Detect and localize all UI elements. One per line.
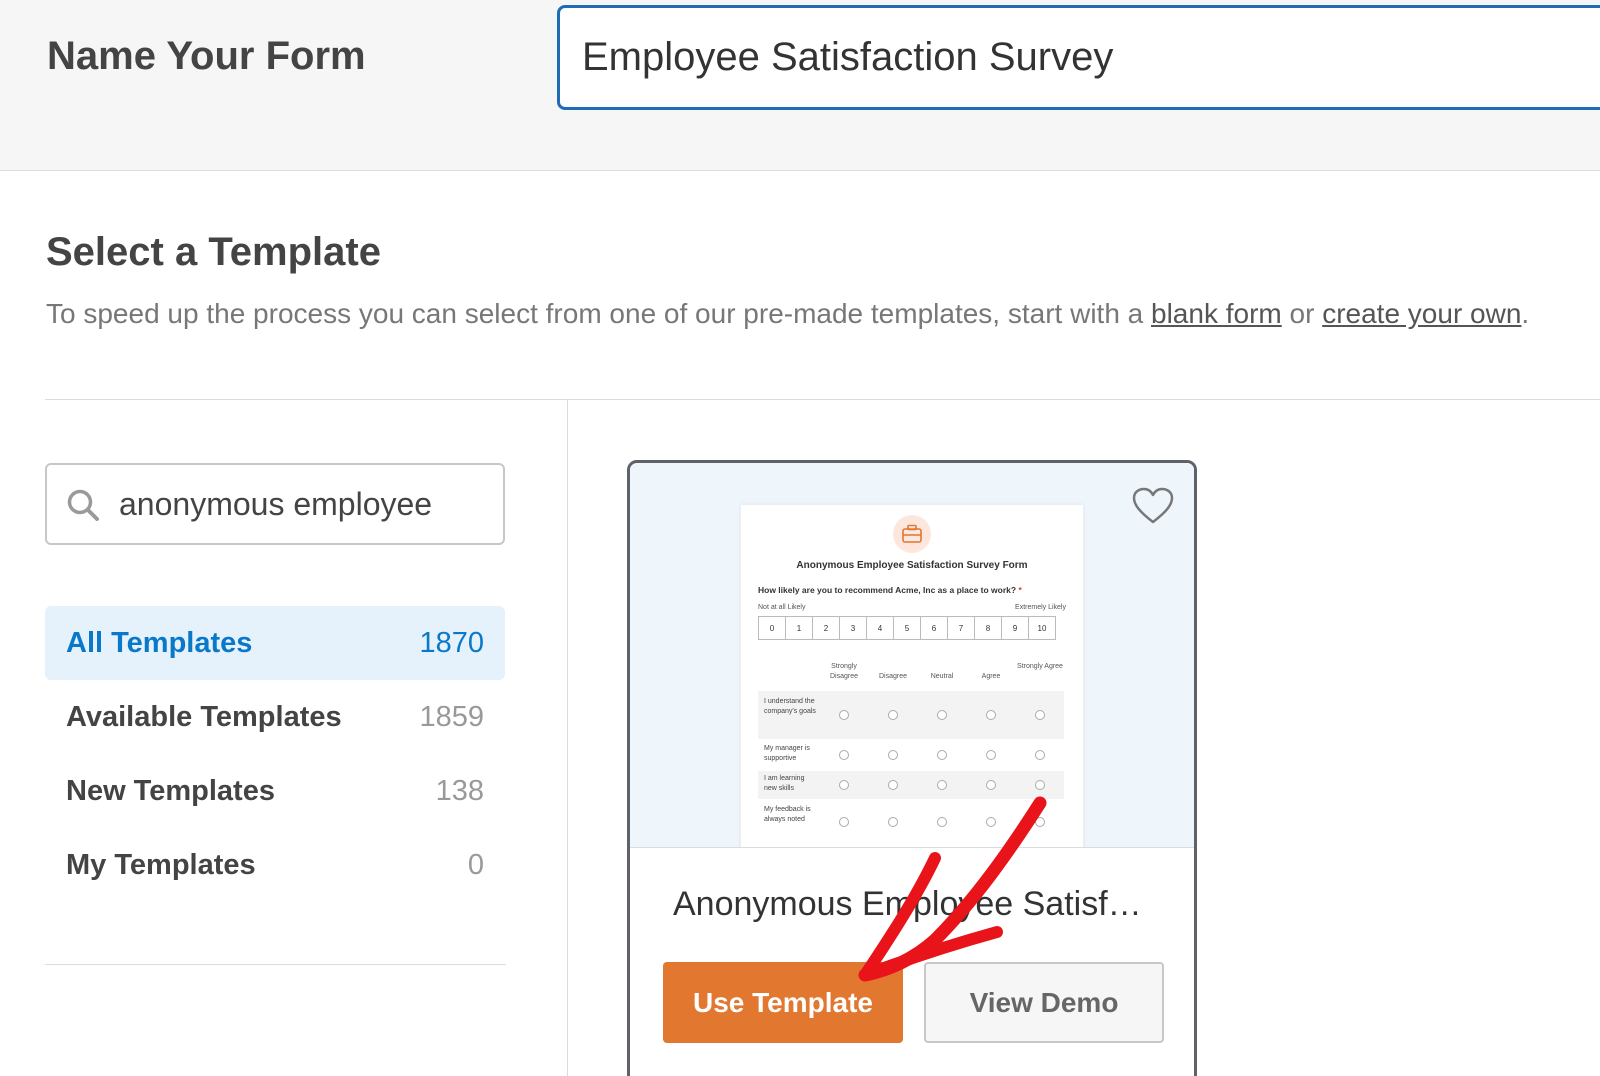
likert-radio (888, 817, 898, 827)
section-divider (45, 399, 1600, 400)
likert-radio (986, 710, 996, 720)
scale-option: 0 (758, 616, 786, 640)
template-title: Anonymous Employee Satisfa... (673, 885, 1153, 923)
likert-radio (937, 750, 947, 760)
scale-option: 5 (893, 616, 921, 640)
likert-row: My feedback is always noted (758, 802, 1064, 842)
view-demo-button[interactable]: View Demo (924, 962, 1164, 1043)
category-all-templates[interactable]: All Templates 1870 (45, 606, 505, 680)
briefcase-logo-icon (893, 515, 931, 553)
preview-question: How likely are you to recommend Acme, In… (758, 585, 1022, 595)
likert-radio (1035, 780, 1045, 790)
likert-radio (1035, 710, 1045, 720)
category-count: 138 (435, 774, 484, 807)
likert-radio (1035, 817, 1045, 827)
scale-option: 10 (1028, 616, 1056, 640)
likert-radio (888, 780, 898, 790)
likert-radio (839, 780, 849, 790)
template-card: Anonymous Employee Satisfaction Survey F… (627, 460, 1197, 1076)
likert-row: I understand the company's goals (758, 691, 1064, 739)
preview-title: Anonymous Employee Satisfaction Survey F… (796, 560, 1028, 571)
form-name-label: Name Your Form (47, 34, 366, 78)
nps-scale: 0 1 2 3 4 5 6 7 8 9 10 (758, 616, 1056, 640)
use-template-button[interactable]: Use Template (663, 962, 903, 1043)
likert-row-label: I am learning new skills (764, 775, 805, 792)
likert-row-label: My manager is supportive (764, 745, 810, 762)
preview-form: Anonymous Employee Satisfaction Survey F… (741, 505, 1083, 847)
category-count: 1859 (419, 700, 484, 733)
likert-radio (986, 750, 996, 760)
category-my-templates[interactable]: My Templates 0 (45, 828, 505, 902)
category-label: All Templates (66, 626, 253, 659)
likert-radio (937, 710, 947, 720)
blank-form-link[interactable]: blank form (1151, 298, 1282, 329)
template-search (45, 463, 505, 545)
scale-option: 4 (866, 616, 894, 640)
likert-column-header: Agree (981, 673, 1001, 680)
likert-radio (937, 817, 947, 827)
sidebar-divider (567, 400, 568, 1076)
scale-option: 8 (974, 616, 1002, 640)
scale-option: 2 (812, 616, 840, 640)
category-new-templates[interactable]: New Templates 138 (45, 754, 505, 828)
form-name-header: Name Your Form (0, 0, 1600, 171)
scale-low-label: Not at all Likely (758, 604, 806, 611)
form-name-input[interactable] (557, 5, 1600, 110)
likert-column-header: Neutral (930, 673, 954, 680)
desc-prefix: To speed up the process you can select f… (46, 298, 1152, 329)
likert-column-header: Strongly Agree (1017, 663, 1063, 670)
scale-option: 9 (1001, 616, 1029, 640)
desc-suffix: . (1521, 298, 1530, 329)
heart-icon[interactable] (1132, 487, 1174, 525)
category-label: My Templates (66, 848, 256, 881)
likert-row: My manager is supportive (758, 741, 1064, 769)
likert-column-header: Disagree (878, 673, 907, 680)
likert-column-header: Strongly Disagree (829, 663, 858, 680)
section-description: To speed up the process you can select f… (46, 298, 1529, 330)
likert-radio (839, 710, 849, 720)
create-your-own-link[interactable]: create your own (1322, 298, 1521, 329)
sidebar-bottom-divider (45, 964, 506, 965)
likert-radio (1035, 750, 1045, 760)
category-count: 0 (467, 848, 484, 881)
likert-row: I am learning new skills (758, 771, 1064, 799)
scale-option: 3 (839, 616, 867, 640)
category-label: Available Templates (66, 700, 342, 733)
likert-radio (839, 817, 849, 827)
category-count: 1870 (419, 626, 484, 659)
required-mark: * (1018, 585, 1022, 595)
likert-radio (888, 710, 898, 720)
template-preview[interactable]: Anonymous Employee Satisfaction Survey F… (630, 463, 1194, 848)
scale-option: 7 (947, 616, 975, 640)
likert-radio (839, 750, 849, 760)
likert-radio (986, 780, 996, 790)
scale-option: 6 (920, 616, 948, 640)
likert-row-label: I understand the company's goals (764, 698, 816, 715)
likert-row-label: My feedback is always noted (764, 806, 811, 823)
template-categories: All Templates 1870 Available Templates 1… (45, 606, 505, 902)
search-icon (67, 489, 99, 521)
scale-high-label: Extremely Likely (1015, 604, 1066, 611)
likert-radio (937, 780, 947, 790)
search-input[interactable] (119, 479, 489, 529)
category-available-templates[interactable]: Available Templates 1859 (45, 680, 505, 754)
preview-question-text: How likely are you to recommend Acme, In… (758, 585, 1017, 595)
section-title: Select a Template (46, 230, 381, 274)
likert-radio (888, 750, 898, 760)
category-label: New Templates (66, 774, 275, 807)
desc-middle: or (1281, 298, 1323, 329)
scale-option: 1 (785, 616, 813, 640)
likert-radio (986, 817, 996, 827)
